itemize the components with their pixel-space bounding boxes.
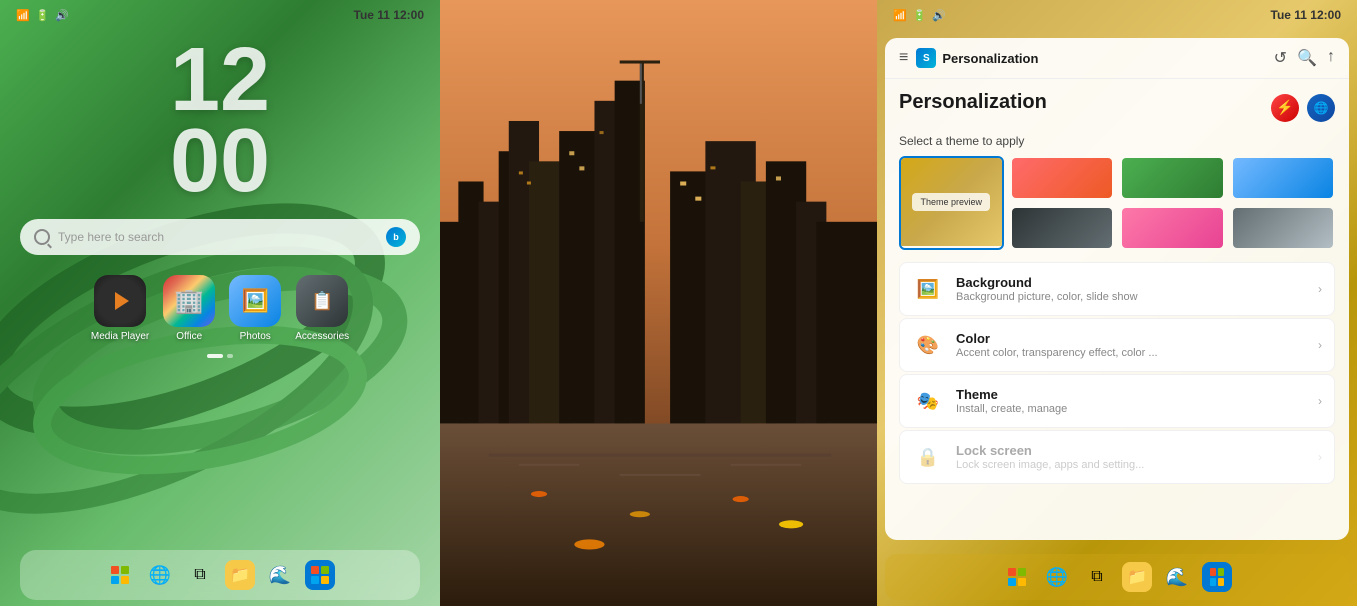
- taskbar-edge-left[interactable]: 🌊: [265, 560, 295, 590]
- background-chevron: ›: [1318, 282, 1322, 296]
- color-chevron: ›: [1318, 338, 1322, 352]
- search-bar-left[interactable]: Type here to search b: [20, 219, 420, 255]
- left-panel: 📶 🔋 🔊 Tue 11 12:00 12 00 Type here to se…: [0, 0, 440, 606]
- volume-icon-right: 🔊: [932, 9, 946, 22]
- taskbar-edge-right[interactable]: 🌊: [1162, 562, 1192, 592]
- app-accessories-left[interactable]: 📋 Accessories: [295, 275, 349, 342]
- page-dot-1: [207, 354, 223, 358]
- settings-item-theme[interactable]: 🎭 Theme Install, create, manage ›: [899, 374, 1335, 428]
- nav-up-icon[interactable]: ↑: [1327, 48, 1335, 68]
- theme-item-extra[interactable]: [1231, 206, 1336, 250]
- battery-icon: 🔋: [36, 9, 50, 22]
- lock-screen-title: Lock screen: [956, 443, 1306, 458]
- clock-minutes-left: 00: [0, 121, 440, 202]
- app-label-accessories-left: Accessories: [295, 331, 349, 342]
- search-icon-left: [34, 229, 50, 245]
- app-photos-left[interactable]: 🖼️ Photos: [229, 275, 281, 342]
- theme-title: Theme: [956, 387, 1306, 402]
- page-indicator-left: [0, 350, 440, 362]
- theme-text: Theme Install, create, manage: [956, 387, 1306, 415]
- theme-item-dark[interactable]: [1010, 206, 1115, 250]
- taskbar-right: 🌐 ⧉ 📁 🌊: [885, 554, 1349, 600]
- taskbar-multitask-left[interactable]: ⧉: [185, 560, 215, 590]
- taskbar-left: 🌐 ⧉ 📁 🌊: [20, 550, 420, 600]
- clock-hours-left: 12: [0, 40, 440, 121]
- taskbar-copilot-right[interactable]: 🌐: [1042, 562, 1072, 592]
- bing-icon-left[interactable]: b: [386, 227, 406, 247]
- background-title: Background: [956, 275, 1306, 290]
- theme-desc: Install, create, manage: [956, 403, 1306, 415]
- clock-left: 12 00: [0, 30, 440, 207]
- app-label-media-player-left: Media Player: [91, 331, 149, 342]
- lock-screen-text: Lock screen Lock screen image, apps and …: [956, 443, 1306, 471]
- theme-icon: 🎭: [912, 385, 944, 417]
- app-grid-left: Media Player 🏢 Office 🖼️ Photos 📋 Access…: [0, 267, 440, 350]
- wifi-icon: 📶: [16, 9, 30, 22]
- right-panel: 📶 🔋 🔊 Tue 11 12:00 ≡ S Personalization ↺…: [877, 0, 1357, 606]
- status-bar-right: 📶 🔋 🔊 Tue 11 12:00: [877, 0, 1357, 30]
- volume-icon: 🔊: [55, 9, 69, 22]
- header-icon-2[interactable]: 🌐: [1307, 94, 1335, 122]
- nav-app-icon: S: [916, 48, 936, 68]
- center-panel: 📶 🔋 🔊 Tue 11 12:00 12 00 Type here to se…: [440, 0, 877, 606]
- settings-item-color[interactable]: 🎨 Color Accent color, transparency effec…: [899, 318, 1335, 372]
- theme-item-gold[interactable]: Theme preview: [899, 156, 1004, 250]
- color-title: Color: [956, 331, 1306, 346]
- theme-item-green[interactable]: [1120, 156, 1225, 200]
- background-desc: Background picture, color, slide show: [956, 291, 1306, 303]
- nav-search-icon[interactable]: 🔍: [1297, 48, 1317, 68]
- taskbar-copilot-left[interactable]: 🌐: [145, 560, 175, 590]
- lock-screen-desc: Lock screen image, apps and setting...: [956, 459, 1306, 471]
- settings-item-lock-screen: 🔒 Lock screen Lock screen image, apps an…: [899, 430, 1335, 484]
- taskbar-multitask-right[interactable]: ⧉: [1082, 562, 1112, 592]
- theme-item-red[interactable]: [1010, 156, 1115, 200]
- status-time-left: Tue 11 12:00: [354, 8, 425, 22]
- app-icon-office-left: 🏢: [163, 275, 215, 327]
- wifi-icon-right: 📶: [893, 9, 907, 22]
- color-text: Color Accent color, transparency effect,…: [956, 331, 1306, 359]
- taskbar-windows-right[interactable]: [1002, 562, 1032, 592]
- header-icon-1[interactable]: ⚡: [1271, 94, 1299, 122]
- lock-screen-icon: 🔒: [912, 441, 944, 473]
- background-text: Background Background picture, color, sl…: [956, 275, 1306, 303]
- status-bar-left: 📶 🔋 🔊 Tue 11 12:00: [0, 0, 440, 30]
- battery-icon-right: 🔋: [913, 9, 927, 22]
- settings-item-background[interactable]: 🖼️ Background Background picture, color,…: [899, 262, 1335, 316]
- nav-menu-icon[interactable]: ≡: [899, 49, 908, 67]
- taskbar-files-left[interactable]: 📁: [225, 560, 255, 590]
- search-placeholder-left: Type here to search: [58, 230, 378, 244]
- nav-refresh-icon[interactable]: ↺: [1274, 48, 1287, 68]
- nav-title-area: S Personalization: [916, 48, 1265, 68]
- background-icon: 🖼️: [912, 273, 944, 305]
- taskbar-windows-left[interactable]: [105, 560, 135, 590]
- settings-panel: ≡ S Personalization ↺ 🔍 ↑ Personalizatio…: [885, 38, 1349, 540]
- app-label-office-left: Office: [176, 331, 202, 342]
- theme-chevron: ›: [1318, 394, 1322, 408]
- nav-actions: ↺ 🔍 ↑: [1274, 48, 1335, 68]
- theme-item-pink[interactable]: [1120, 206, 1225, 250]
- theme-item-blue[interactable]: [1231, 156, 1336, 200]
- app-icon-photos-left: 🖼️: [229, 275, 281, 327]
- app-icon-accessories-left: 📋: [296, 275, 348, 327]
- page-title: Personalization: [899, 91, 1047, 114]
- app-label-photos-left: Photos: [240, 331, 271, 342]
- taskbar-settings-right[interactable]: [1202, 562, 1232, 592]
- settings-list: 🖼️ Background Background picture, color,…: [899, 262, 1335, 484]
- color-icon: 🎨: [912, 329, 944, 361]
- color-desc: Accent color, transparency effect, color…: [956, 347, 1306, 359]
- page-dot-2: [227, 354, 233, 358]
- settings-nav: ≡ S Personalization ↺ 🔍 ↑: [885, 38, 1349, 79]
- status-time-right: Tue 11 12:00: [1271, 8, 1342, 22]
- settings-content: Personalization ⚡ 🌐 Select a theme to ap…: [885, 79, 1349, 540]
- lock-screen-chevron: ›: [1318, 450, 1322, 464]
- theme-label: Select a theme to apply: [899, 134, 1335, 148]
- theme-grid: Theme preview: [899, 156, 1335, 250]
- app-media-player-left[interactable]: Media Player: [91, 275, 149, 342]
- taskbar-files-right[interactable]: 📁: [1122, 562, 1152, 592]
- nav-title: Personalization: [942, 51, 1038, 66]
- app-icon-media-player-left: [94, 275, 146, 327]
- app-office-left[interactable]: 🏢 Office: [163, 275, 215, 342]
- taskbar-store-left[interactable]: [305, 560, 335, 590]
